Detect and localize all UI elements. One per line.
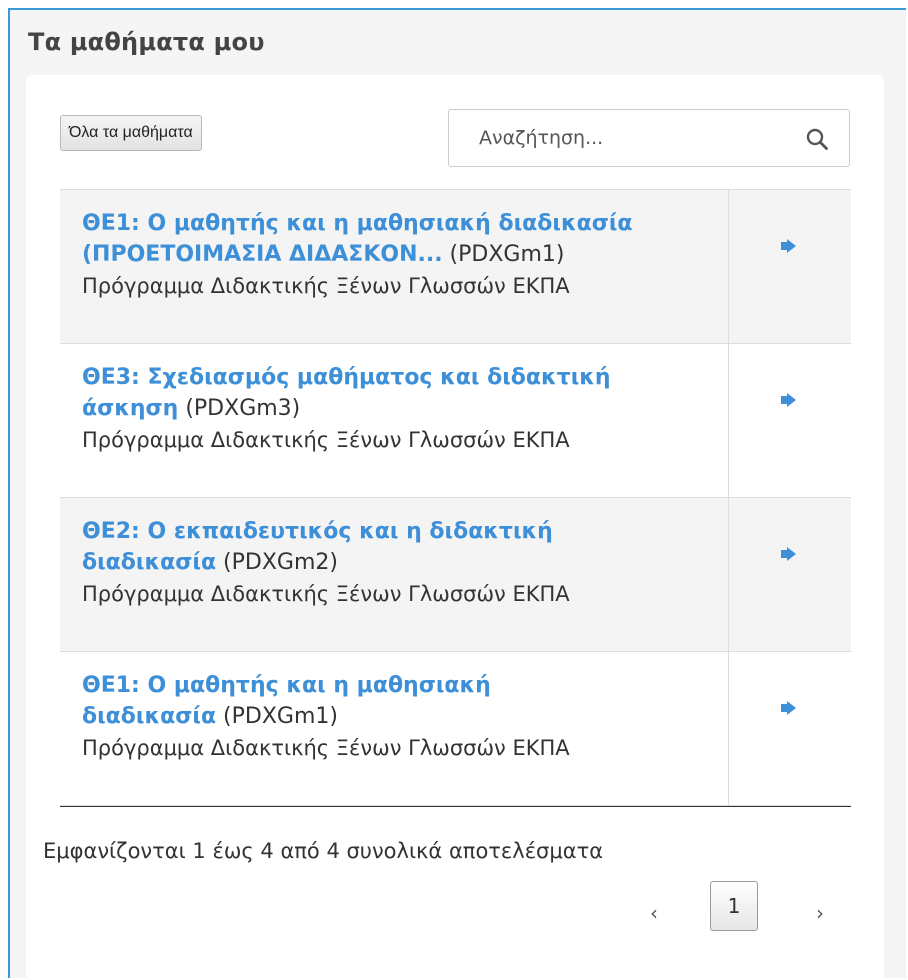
enter-icon[interactable]: [780, 546, 798, 562]
courses-card: Όλα τα μαθήματα ΘΕ1: Ο μαθητής και η μαθ…: [26, 75, 884, 980]
enter-icon[interactable]: [780, 238, 798, 254]
search-icon[interactable]: [805, 127, 829, 151]
table-row: ΘΕ3: Σχεδιασμός μαθήματος και διδακτική …: [60, 344, 851, 498]
search-input[interactable]: [449, 110, 809, 166]
course-cell: ΘΕ1: Ο μαθητής και η μαθησιακή διαδικασί…: [60, 652, 729, 805]
search-box: [448, 109, 850, 167]
my-courses-panel: Τα μαθήματα μου Όλα τα μαθήματα ΘΕ1: Ο μ…: [8, 8, 906, 980]
pagination-page-1[interactable]: 1: [710, 881, 758, 931]
course-code: (PDXGm1): [442, 242, 565, 267]
all-courses-button[interactable]: Όλα τα μαθήματα: [60, 115, 202, 151]
course-department: Πρόγραμμα Διδακτικής Ξένων Γλωσσών ΕΚΠΑ: [82, 428, 570, 452]
table-row: ΘΕ2: Ο εκπαιδευτικός και η διδακτική δια…: [60, 498, 851, 652]
action-cell: [729, 652, 851, 805]
enter-icon[interactable]: [780, 700, 798, 716]
course-code: (PDXGm1): [216, 704, 338, 729]
results-summary: Εμφανίζονται 1 έως 4 από 4 συνολικά αποτ…: [43, 839, 604, 863]
pagination-next[interactable]: ›: [816, 901, 824, 925]
course-code: (PDXGm3): [178, 396, 301, 421]
course-code: (PDXGm2): [216, 550, 338, 575]
action-cell: [729, 190, 851, 343]
course-cell: ΘΕ2: Ο εκπαιδευτικός και η διδακτική δια…: [60, 498, 729, 651]
table-row: ΘΕ1: Ο μαθητής και η μαθησιακή διαδικασί…: [60, 652, 851, 806]
course-department: Πρόγραμμα Διδακτικής Ξένων Γλωσσών ΕΚΠΑ: [82, 274, 570, 298]
course-department: Πρόγραμμα Διδακτικής Ξένων Γλωσσών ΕΚΠΑ: [82, 736, 570, 760]
course-cell: ΘΕ1: Ο μαθητής και η μαθησιακή διαδικασί…: [60, 190, 729, 343]
courses-table: ΘΕ1: Ο μαθητής και η μαθησιακή διαδικασί…: [60, 189, 851, 807]
action-cell: [729, 498, 851, 651]
enter-icon[interactable]: [780, 392, 798, 408]
course-title-link[interactable]: ΘΕ3: Σχεδιασμός μαθήματος και διδακτική …: [82, 365, 611, 421]
table-row: ΘΕ1: Ο μαθητής και η μαθησιακή διαδικασί…: [60, 190, 851, 344]
pagination-prev[interactable]: ‹: [650, 901, 658, 925]
course-department: Πρόγραμμα Διδακτικής Ξένων Γλωσσών ΕΚΠΑ: [82, 582, 570, 606]
course-cell: ΘΕ3: Σχεδιασμός μαθήματος και διδακτική …: [60, 344, 729, 497]
action-cell: [729, 344, 851, 497]
panel-title: Τα μαθήματα μου: [28, 28, 265, 56]
